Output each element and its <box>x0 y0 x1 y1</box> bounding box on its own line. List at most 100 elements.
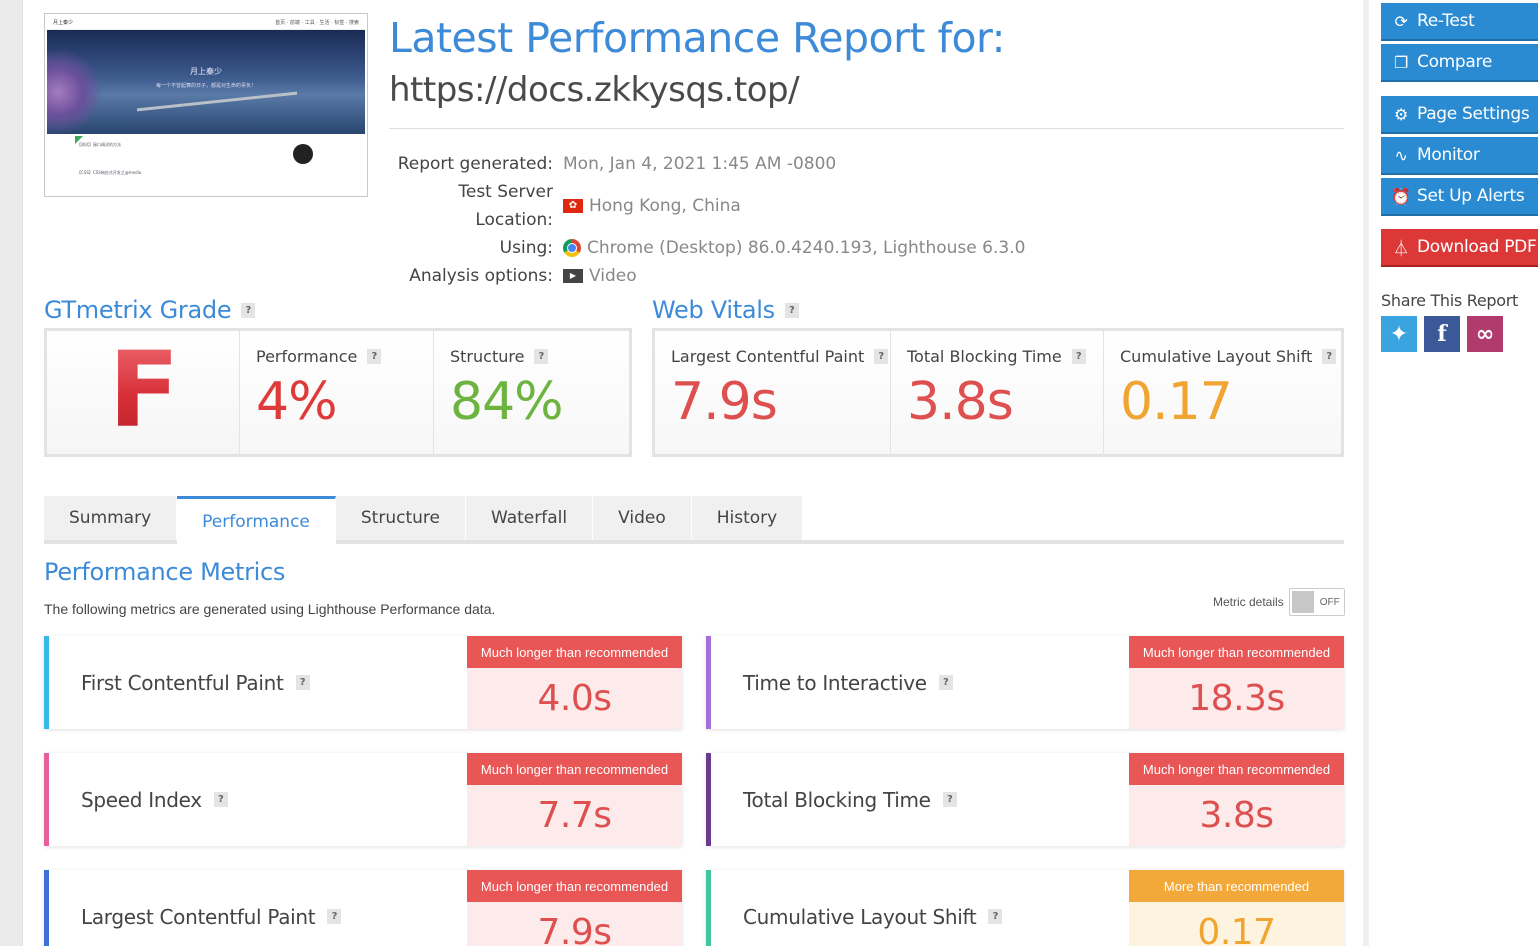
actions-sidebar: ⟳ Re-Test ❐ Compare ⚙ Page Settings ∿ Mo… <box>1363 0 1538 946</box>
hk-flag-icon: ✿ <box>563 199 583 213</box>
metric-details-toggle[interactable]: OFF <box>1288 588 1345 616</box>
chrome-icon <box>563 239 581 257</box>
info-label: Test Server Location: <box>458 182 553 230</box>
thumbnail-nav: 月上秦少 首页 · 前端 · 工具 · 生活 · 标签 · 搜索 <box>47 16 365 30</box>
metric-value-box: Much longer than recommended 18.3s <box>1129 636 1344 729</box>
toggle-knob <box>1291 591 1314 613</box>
facebook-icon: f <box>1437 321 1447 347</box>
copy-link-button[interactable]: ∞ <box>1467 316 1503 352</box>
metric-status-badge: Much longer than recommended <box>467 636 682 668</box>
report-info: Report generated: Mon, Jan 4, 2021 1:45 … <box>389 150 1026 290</box>
web-vitals-panel: Largest Contentful Paint? 7.9s Total Blo… <box>652 328 1344 457</box>
help-icon[interactable]: ? <box>1071 349 1086 364</box>
performance-metrics-title: Performance Metrics <box>44 558 286 586</box>
help-icon[interactable]: ? <box>874 349 889 364</box>
page-settings-button[interactable]: ⚙ Page Settings <box>1381 96 1538 132</box>
thumbnail-hero-image: 月上秦少 每一个不曾起舞的日子，都是对生命的辜负！ <box>47 30 365 134</box>
info-value: Mon, Jan 4, 2021 1:45 AM -0800 <box>563 154 837 174</box>
thumbnail-hero-subtitle: 每一个不曾起舞的日子，都是对生命的辜负！ <box>155 83 256 89</box>
help-icon[interactable]: ? <box>327 909 342 924</box>
lcp-label: Largest Contentful Paint? <box>671 347 890 366</box>
metric-status-badge: Much longer than recommended <box>1129 753 1344 785</box>
toggle-state: OFF <box>1319 596 1340 608</box>
performance-label: Performance? <box>256 347 433 366</box>
metric-name: Largest Contentful Paint? <box>49 870 467 946</box>
metric-value-box: Much longer than recommended 4.0s <box>467 636 682 729</box>
info-value: Chrome (Desktop) 86.0.4240.193, Lighthou… <box>563 234 1025 262</box>
metric-status-badge: Much longer than recommended <box>467 753 682 785</box>
help-icon[interactable]: ? <box>241 302 256 318</box>
help-icon[interactable]: ? <box>367 349 382 364</box>
tab-video[interactable]: Video <box>593 496 692 540</box>
info-value: ✿ Hong Kong, China <box>563 178 741 234</box>
help-icon[interactable]: ? <box>784 302 799 318</box>
twitter-share-button[interactable]: ✦ <box>1381 316 1417 352</box>
twitter-icon: ✦ <box>1389 321 1409 347</box>
gear-icon: ⚙ <box>1393 104 1409 124</box>
grade-letter: F <box>108 328 179 451</box>
link-icon: ∞ <box>1475 321 1495 347</box>
info-value: ▶ Video <box>563 262 637 290</box>
page-title: Latest Performance Report for: <box>389 14 1006 62</box>
metric-card-lcp: Largest Contentful Paint? Much longer th… <box>44 870 682 946</box>
thumbnail-post: 【CSS】CSS响应式开发之@media <box>77 170 142 175</box>
metric-status-badge: More than recommended <box>1129 870 1344 902</box>
pdf-icon: ⏃ <box>1393 239 1409 258</box>
structure-score-cell: Structure? 84% <box>434 331 629 454</box>
lcp-cell: Largest Contentful Paint? 7.9s <box>655 331 891 454</box>
download-pdf-button[interactable]: ⏃ Download PDF <box>1381 229 1538 265</box>
tab-history[interactable]: History <box>691 496 804 540</box>
set-up-alerts-button[interactable]: ⏰ Set Up Alerts <box>1381 178 1538 214</box>
metric-value-box: More than recommended 0.17 <box>1129 870 1344 946</box>
cls-label: Cumulative Layout Shift? <box>1120 347 1341 366</box>
tbt-label: Total Blocking Time? <box>907 347 1103 366</box>
header-divider <box>389 128 1344 129</box>
thumbnail-pier <box>137 91 297 112</box>
tab-structure[interactable]: Structure <box>335 496 466 540</box>
pulse-icon: ∿ <box>1394 145 1408 165</box>
metric-status-badge: Much longer than recommended <box>467 870 682 902</box>
help-icon[interactable]: ? <box>213 792 228 807</box>
lcp-value: 7.9s <box>671 372 778 432</box>
help-icon[interactable]: ? <box>1322 349 1337 364</box>
video-icon: ▶ <box>563 269 583 283</box>
structure-score: 84% <box>450 372 564 432</box>
thumbnail-hero-title: 月上秦少 <box>190 67 222 76</box>
report-tabs: Summary Performance Structure Waterfall … <box>44 496 1344 544</box>
metric-name: First Contentful Paint? <box>49 636 467 729</box>
help-icon[interactable]: ? <box>988 909 1003 924</box>
info-label: Analysis options: <box>409 266 553 286</box>
copy-icon: ❐ <box>1393 52 1409 72</box>
metric-card-tbt: Total Blocking Time? Much longer than re… <box>706 753 1344 846</box>
thumbnail-tree <box>47 50 102 134</box>
site-screenshot-thumbnail[interactable]: 月上秦少 首页 · 前端 · 工具 · 生活 · 标签 · 搜索 月上秦少 每一… <box>44 13 368 197</box>
metric-name: Speed Index? <box>49 753 467 846</box>
tab-summary[interactable]: Summary <box>44 496 178 540</box>
report-page: 月上秦少 首页 · 前端 · 工具 · 生活 · 标签 · 搜索 月上秦少 每一… <box>22 0 1363 946</box>
monitor-button[interactable]: ∿ Monitor <box>1381 137 1538 173</box>
help-icon[interactable]: ? <box>938 675 953 690</box>
grade-cell: F <box>47 328 240 454</box>
metric-value-box: Much longer than recommended 3.8s <box>1129 753 1344 846</box>
help-icon[interactable]: ? <box>942 792 957 807</box>
report-url[interactable]: https://docs.zkkysqs.top/ <box>389 70 800 110</box>
metric-value: 7.7s <box>467 785 682 846</box>
gtmetrix-grade-heading: GTmetrix Grade ? <box>44 296 256 324</box>
performance-score-cell: Performance? 4% <box>240 331 434 454</box>
tab-waterfall[interactable]: Waterfall <box>465 496 594 540</box>
thumbnail-nav-items: 首页 · 前端 · 工具 · 生活 · 标签 · 搜索 <box>275 20 359 26</box>
retest-button[interactable]: ⟳ Re-Test <box>1381 3 1538 39</box>
metric-card-speed-index: Speed Index? Much longer than recommende… <box>44 753 682 846</box>
facebook-share-button[interactable]: f <box>1424 316 1460 352</box>
compare-button[interactable]: ❐ Compare <box>1381 44 1538 80</box>
share-label: Share This Report <box>1381 291 1518 310</box>
structure-label: Structure? <box>450 347 629 366</box>
metric-value-box: Much longer than recommended 7.9s <box>467 870 682 946</box>
info-label: Report generated: <box>397 154 553 174</box>
tab-performance[interactable]: Performance <box>177 496 336 544</box>
thumbnail-avatar <box>293 144 313 164</box>
help-icon[interactable]: ? <box>295 675 310 690</box>
help-icon[interactable]: ? <box>534 349 549 364</box>
metric-value-box: Much longer than recommended 7.7s <box>467 753 682 846</box>
metric-value: 18.3s <box>1129 668 1344 729</box>
